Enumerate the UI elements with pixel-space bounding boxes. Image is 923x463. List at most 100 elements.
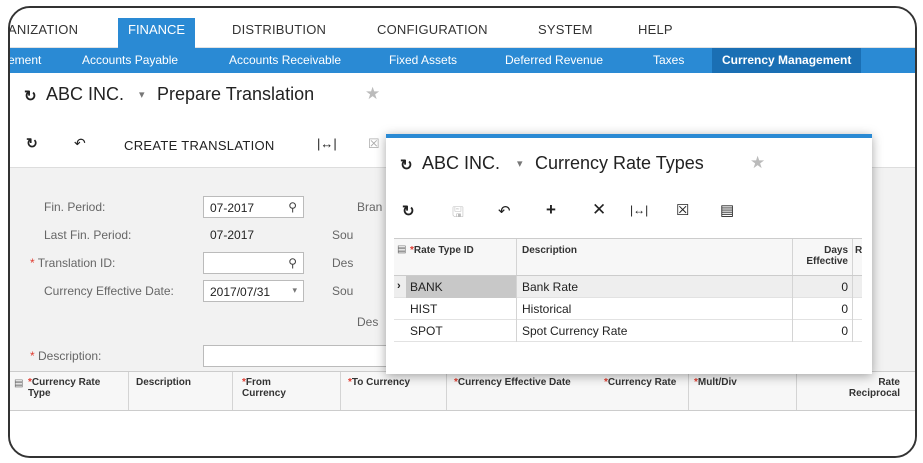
translation-id-field[interactable]: ⚲ (203, 252, 304, 274)
column-header-mult-div[interactable]: *Mult/Div (694, 377, 737, 388)
days-effective-cell[interactable]: 0 (804, 280, 848, 294)
description-cell[interactable]: Historical (522, 302, 571, 316)
column-divider (516, 320, 517, 342)
sub-nav: ement Accounts Payable Accounts Receivab… (10, 48, 915, 73)
column-header-truncated[interactable]: R (855, 245, 862, 256)
column-divider (516, 276, 517, 298)
destination-label-2: Des (357, 315, 379, 329)
days-effective-cell[interactable]: 0 (804, 302, 848, 316)
fin-period-value: 07-2017 (210, 201, 255, 215)
required-marker: * (30, 349, 39, 363)
source-label-2: Sou (332, 284, 354, 298)
currency-effective-date-field[interactable]: 2017/07/31 ▾ (203, 280, 304, 302)
top-nav-organization[interactable]: ANIZATION (10, 22, 78, 37)
column-header-to-currency[interactable]: *To Currency (348, 377, 410, 388)
description-field[interactable] (203, 345, 403, 367)
row-selector-arrow-icon: › (397, 280, 401, 292)
top-nav-finance[interactable]: FINANCE (118, 18, 196, 48)
chevron-down-icon[interactable]: ▾ (517, 157, 523, 170)
description-cell[interactable]: Spot Currency Rate (522, 324, 627, 338)
column-divider (792, 320, 793, 342)
sub-nav-accounts-receivable[interactable]: Accounts Receivable (229, 53, 341, 67)
search-icon[interactable]: ⚲ (288, 256, 297, 270)
translation-grid-header: ▤ *Currency Rate Type Description *From … (10, 371, 915, 411)
column-header-text: To Currency (351, 377, 411, 388)
favorite-star-icon[interactable]: ★ (365, 84, 380, 104)
column-header-text: Currency Rate (607, 377, 677, 388)
favorite-star-icon[interactable]: ★ (750, 153, 765, 173)
popup-title: Currency Rate Types (535, 153, 704, 173)
delete-icon[interactable]: ✕ (592, 200, 606, 220)
company-name[interactable]: ABC INC. (46, 84, 124, 105)
translation-grid-body (10, 411, 915, 456)
export-icon[interactable]: ☒ (676, 201, 689, 219)
destination-label: Des (332, 256, 354, 270)
column-header-text: Rate Type ID (413, 245, 474, 256)
chevron-down-icon[interactable]: ▾ (292, 285, 297, 296)
days-effective-cell[interactable]: 0 (804, 324, 848, 338)
column-divider (852, 239, 853, 275)
grid-settings-icon[interactable]: ▤ (14, 378, 23, 389)
table-row[interactable]: SPOT Spot Currency Rate 0 (394, 320, 862, 342)
sub-nav-deferred-revenue[interactable]: Deferred Revenue (505, 53, 603, 67)
column-divider (446, 372, 447, 410)
top-nav-distribution[interactable]: DISTRIBUTION (232, 22, 326, 37)
refresh-icon[interactable]: ↻ (402, 202, 415, 220)
top-nav-system[interactable]: SYSTEM (538, 22, 593, 37)
column-header-rate-type-id[interactable]: *Rate Type ID (410, 245, 474, 256)
fit-width-icon[interactable]: |↔| (317, 136, 337, 151)
sub-nav-fixed-assets[interactable]: Fixed Assets (389, 53, 457, 67)
column-divider (516, 239, 517, 275)
app-window: ANIZATION FINANCE DISTRIBUTION CONFIGURA… (8, 6, 917, 458)
page-title: Prepare Translation (157, 84, 315, 104)
sync-icon[interactable]: ↻ (400, 156, 413, 174)
top-nav-configuration[interactable]: CONFIGURATION (377, 22, 488, 37)
undo-icon[interactable]: ↶ (498, 202, 511, 220)
column-header-currency-rate[interactable]: *Currency Rate (604, 377, 676, 388)
grid-settings-icon[interactable]: ▤ (397, 244, 406, 255)
translation-id-label: * Translation ID: (30, 256, 115, 270)
rate-types-table-header: ▤ *Rate Type ID Description Days Effecti… (394, 238, 862, 276)
popup-company-name[interactable]: ABC INC. (422, 153, 500, 174)
refresh-icon[interactable]: ↻ (26, 135, 38, 152)
undo-icon[interactable]: ↶ (74, 135, 86, 152)
fin-period-field[interactable]: 07-2017 ⚲ (203, 196, 304, 218)
column-header-text: Currency Rate Type (28, 377, 101, 399)
search-icon[interactable]: ⚲ (288, 200, 297, 214)
column-header-currency-effective-date[interactable]: *Currency Effective Date (454, 377, 574, 388)
currency-effective-date-label: Currency Effective Date: (44, 284, 174, 298)
column-header-from-currency[interactable]: *From Currency (242, 377, 312, 399)
column-header-text: Mult/Div (697, 377, 737, 388)
rate-type-id-cell[interactable]: BANK (410, 280, 443, 294)
table-row[interactable]: HIST Historical 0 (394, 298, 862, 320)
column-header-days-effective[interactable]: Days Effective (804, 245, 848, 267)
column-header-description[interactable]: Description (522, 245, 577, 256)
column-divider (792, 298, 793, 320)
column-header-text: Currency Effective Date (457, 377, 571, 388)
import-icon[interactable]: ▤ (720, 201, 734, 219)
sub-nav-taxes[interactable]: Taxes (653, 53, 684, 67)
rate-type-id-cell[interactable]: SPOT (410, 324, 443, 338)
create-translation-button[interactable]: CREATE TRANSLATION (124, 138, 275, 153)
sub-nav-management[interactable]: ement (10, 53, 41, 67)
chevron-down-icon[interactable]: ▾ (139, 88, 145, 101)
column-header-currency-rate-type[interactable]: *Currency Rate Type (28, 377, 116, 399)
table-row[interactable]: › BANK Bank Rate 0 (394, 276, 862, 298)
save-icon[interactable]: 🖫 (452, 202, 464, 226)
column-divider (792, 276, 793, 298)
column-header-rate-reciprocal[interactable]: Rate Reciprocal (830, 377, 900, 399)
description-label: * Description: (30, 349, 101, 363)
rate-type-id-cell[interactable]: HIST (410, 302, 437, 316)
export-icon[interactable]: ☒ (368, 136, 380, 152)
column-divider (852, 276, 853, 298)
sub-nav-accounts-payable[interactable]: Accounts Payable (82, 53, 178, 67)
currency-rate-types-popup: ↻ ABC INC. ▾ Currency Rate Types ★ ↻ 🖫 ↶… (386, 134, 872, 374)
add-icon[interactable]: + (546, 200, 556, 220)
fit-width-icon[interactable]: |↔| (630, 203, 648, 217)
sync-icon[interactable]: ↻ (24, 87, 37, 105)
top-nav-help[interactable]: HELP (638, 22, 673, 37)
column-header-description[interactable]: Description (136, 377, 191, 388)
description-cell[interactable]: Bank Rate (522, 280, 578, 294)
popup-title-bar: ↻ ABC INC. ▾ Currency Rate Types ★ (386, 138, 872, 188)
sub-nav-currency-management[interactable]: Currency Management (712, 48, 862, 73)
